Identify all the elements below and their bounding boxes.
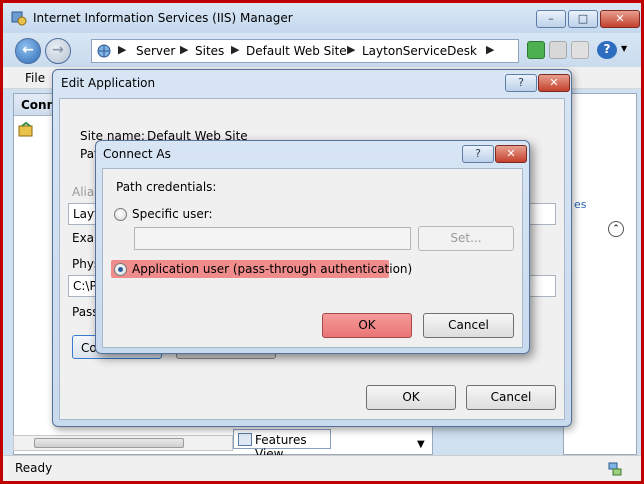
back-button[interactable]: ←: [15, 38, 41, 64]
breadcrumb-laytonservicedesk[interactable]: LaytonServiceDesk: [362, 44, 477, 58]
features-view-icon: [238, 433, 252, 446]
close-window-button[interactable]: ✕: [600, 10, 640, 28]
edit-application-title: Edit Application: [61, 76, 156, 90]
stop-icon[interactable]: [549, 41, 567, 59]
refresh-icon[interactable]: [527, 41, 545, 59]
features-view-tab[interactable]: Features View: [233, 429, 331, 461]
menu-file[interactable]: File: [25, 71, 45, 85]
home-icon[interactable]: [571, 41, 589, 59]
physical-path-value: C:\P: [73, 279, 97, 293]
connect-as-body: Path credentials: Specific user: Set... …: [102, 168, 523, 348]
help-icon[interactable]: ?: [597, 41, 617, 59]
breadcrumb-default-web-site[interactable]: Default Web Site: [246, 44, 347, 58]
breadcrumb-separator-icon: ▶: [347, 43, 356, 56]
collapse-icon[interactable]: ⌃: [608, 221, 624, 237]
edit-help-button[interactable]: ?: [505, 74, 537, 92]
specific-user-radio[interactable]: [114, 208, 127, 221]
iis-app-icon: [11, 11, 27, 26]
actions-link[interactable]: es: [574, 198, 587, 211]
connect-close-button[interactable]: ✕: [495, 145, 527, 163]
connect-folder-icon[interactable]: [18, 122, 34, 138]
connect-ok-button[interactable]: OK: [322, 313, 412, 338]
forward-button[interactable]: →: [45, 38, 71, 64]
window-title: Internet Information Services (IIS) Mana…: [33, 11, 293, 25]
connect-as-dialog: Connect As ? ✕ Path credentials: Specifi…: [95, 140, 530, 354]
radio-selected-dot: [118, 267, 123, 272]
server-globe-icon: [97, 44, 111, 58]
address-bar[interactable]: ▶ Server ▶ Sites ▶ Default Web Site ▶ La…: [91, 39, 519, 63]
edit-ok-button[interactable]: OK: [366, 385, 456, 410]
edit-cancel-button[interactable]: Cancel: [466, 385, 556, 410]
horizontal-scrollbar[interactable]: [13, 435, 233, 451]
status-bar: Ready: [3, 455, 641, 481]
actions-pane: es ⌃: [563, 93, 637, 455]
breadcrumb-server[interactable]: Server: [136, 44, 175, 58]
maximize-button[interactable]: □: [568, 10, 598, 28]
network-status-icon: [608, 462, 622, 476]
connect-help-button[interactable]: ?: [462, 145, 494, 163]
minimize-button[interactable]: –: [536, 10, 566, 28]
title-bar: Internet Information Services (IIS) Mana…: [3, 3, 641, 33]
specific-user-field: [134, 227, 411, 250]
set-button: Set...: [418, 226, 514, 251]
path-credentials-label: Path credentials:: [116, 180, 217, 194]
breadcrumb-separator-icon: ▶: [231, 43, 240, 56]
toolbar-icons: ? ▼: [525, 40, 635, 60]
scroll-down-icon[interactable]: ▼: [417, 439, 425, 450]
scrollbar-thumb[interactable]: [34, 438, 184, 448]
breadcrumb-separator-icon: ▶: [180, 43, 189, 56]
connect-cancel-button[interactable]: Cancel: [423, 313, 514, 338]
status-text: Ready: [15, 461, 53, 475]
edit-close-button[interactable]: ✕: [538, 74, 570, 92]
breadcrumb-sites[interactable]: Sites: [195, 44, 224, 58]
connect-as-title: Connect As: [103, 147, 171, 161]
help-dropdown-icon[interactable]: ▼: [621, 44, 627, 53]
breadcrumb-separator-icon: ▶: [118, 43, 127, 56]
specific-user-label[interactable]: Specific user:: [132, 207, 213, 221]
breadcrumb-separator-icon: ▶: [486, 43, 495, 56]
application-user-radio[interactable]: [114, 263, 127, 276]
navigation-bar: ← → ▶ Server ▶ Sites ▶ Default Web Site …: [3, 33, 641, 67]
application-user-label[interactable]: Application user (pass-through authentic…: [132, 262, 412, 276]
